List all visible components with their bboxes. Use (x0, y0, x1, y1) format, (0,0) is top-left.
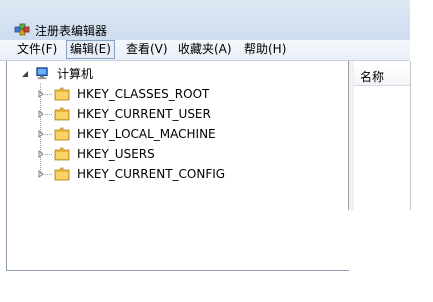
menu-view[interactable]: 查看(V) (123, 41, 171, 58)
folder-icon (54, 127, 70, 141)
collapse-triangle-icon[interactable] (21, 70, 29, 78)
key-tree-pane[interactable]: 计算机 HKEY_CLASSES_ROOT HKEY_CURRENT_USER … (6, 61, 349, 271)
tree-item-hkcu[interactable]: HKEY_CURRENT_USER (37, 104, 337, 124)
folder-icon (54, 87, 70, 101)
expand-arrow-icon[interactable] (37, 90, 45, 98)
column-name-header[interactable]: 名称 (360, 68, 384, 85)
tree-branch-line (45, 134, 53, 135)
tree-branch-line (45, 174, 53, 175)
tree-root-computer[interactable]: 计算机 (21, 64, 341, 84)
menu-favorites[interactable]: 收藏夹(A) (175, 41, 235, 58)
menu-file[interactable]: 文件(F) (14, 41, 60, 58)
folder-icon (54, 107, 70, 121)
tree-root-label: 计算机 (57, 67, 94, 81)
expand-arrow-icon[interactable] (37, 110, 45, 118)
expand-arrow-icon[interactable] (37, 130, 45, 138)
regedit-window: 注册表编辑器 文件(F) 编辑(E) 查看(V) 收藏夹(A) 帮助(H) 计算… (0, 0, 433, 302)
tree-item-label: HKEY_CLASSES_ROOT (77, 87, 210, 101)
title-bar[interactable]: 注册表编辑器 (0, 0, 410, 40)
tree-item-label: HKEY_CURRENT_CONFIG (77, 167, 226, 181)
window-title: 注册表编辑器 (35, 24, 108, 38)
tree-branch-line (45, 94, 53, 95)
tree-item-hku[interactable]: HKEY_USERS (37, 144, 337, 164)
menu-help[interactable]: 帮助(H) (241, 41, 289, 58)
regedit-icon (14, 23, 30, 36)
expand-arrow-icon[interactable] (37, 170, 45, 178)
values-list-pane[interactable]: 名称 (354, 61, 411, 210)
tree-item-label: HKEY_USERS (77, 147, 155, 161)
list-column-header[interactable]: 名称 (354, 65, 410, 86)
folder-icon (54, 167, 70, 181)
expand-arrow-icon[interactable] (37, 150, 45, 158)
tree-item-hkcr[interactable]: HKEY_CLASSES_ROOT (37, 84, 337, 104)
tree-item-hkcc[interactable]: HKEY_CURRENT_CONFIG (37, 164, 337, 184)
folder-icon (54, 147, 70, 161)
tree-item-hklm[interactable]: HKEY_LOCAL_MACHINE (37, 124, 337, 144)
tree-item-label: HKEY_CURRENT_USER (77, 107, 211, 121)
computer-icon (36, 67, 48, 80)
tree-branch-line (45, 154, 53, 155)
menu-edit[interactable]: 编辑(E) (66, 40, 115, 59)
tree-branch-line (45, 114, 53, 115)
menu-bar: 文件(F) 编辑(E) 查看(V) 收藏夹(A) 帮助(H) (0, 40, 410, 61)
tree-item-label: HKEY_LOCAL_MACHINE (77, 127, 216, 141)
